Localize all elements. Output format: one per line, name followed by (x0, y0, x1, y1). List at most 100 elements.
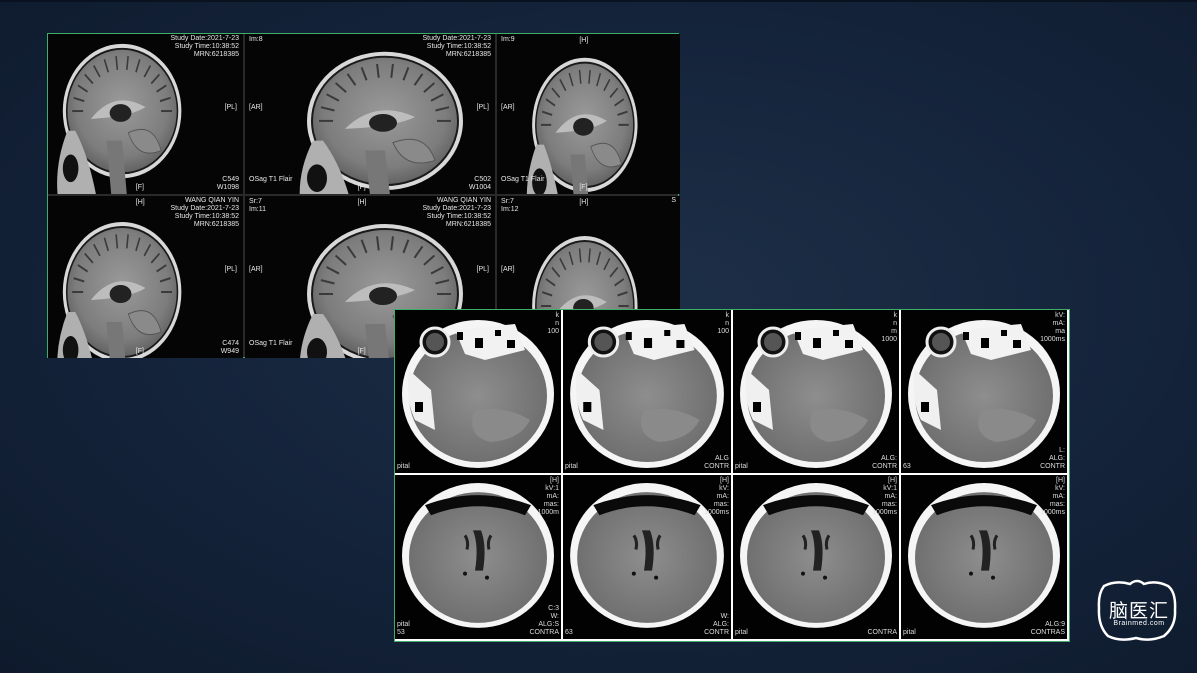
ct-overlay-bottom-right: ALG: (881, 455, 897, 462)
ct-slice-8[interactable]: [H] kV: mA: mas: 1000ms pital ALG:9 CONTRAS (901, 475, 1067, 639)
ct-overlay-right: 100 (717, 328, 729, 335)
mri-overlay-top-right: Study Date:2021-7-23 (422, 35, 492, 42)
ct-overlay-bottom-left: pital (903, 629, 916, 636)
mri-overlay-top-right: Study Date:2021-7-23 (422, 205, 492, 212)
mri-window-level: W1098 (216, 184, 239, 191)
ct-overlay-bottom-right: W: (720, 613, 729, 620)
ct-brain-image (908, 320, 1060, 468)
mri-orientation-left: [AR] (501, 266, 515, 273)
mri-orientation-right: [PL] (476, 104, 489, 111)
mri-overlay-top-right: MRN:6218385 (445, 51, 491, 58)
mri-orientation-top: [H] (579, 199, 589, 206)
ct-brain-image (402, 483, 554, 628)
mri-slice-1[interactable]: Study Date:2021-7-23 Study Time:10:38:52 M… (48, 34, 243, 194)
mri-orientation-bottom: [F] (135, 348, 144, 355)
ct-overlay-right: [H] (888, 477, 897, 484)
mri-window-level: C502 (474, 176, 491, 183)
mri-orientation-right: [PL] (224, 104, 237, 111)
ct-overlay-right: 1000 (881, 336, 897, 343)
mri-overlay-top-right: Study Time:10:38:52 (174, 43, 239, 50)
ct-overlay-bottom-left: 53 (397, 629, 405, 636)
ct-overlay-right: mA: (716, 493, 729, 500)
mri-orientation-left: [AR] (501, 104, 515, 111)
mri-slice-4[interactable]: WANG QIAN YIN Study Date:2021-7-23 Study T… (48, 196, 243, 358)
mri-overlay-top-right: MRN:6218385 (193, 221, 239, 228)
ct-brain-image (740, 483, 892, 628)
ct-overlay-bottom-left: pital (565, 463, 578, 470)
ct-brain-image (570, 483, 724, 628)
ct-overlay-bottom-right: ALG:S (538, 621, 559, 628)
ct-overlay-bottom-right: CONTR (704, 629, 729, 636)
ct-overlay-right: [H] (550, 477, 559, 484)
ct-slice-3[interactable]: k n m 1000 pital ALG: CONTR (733, 310, 899, 473)
ct-overlay-right: mA: (1052, 320, 1065, 327)
ct-slice-4[interactable]: kV: mA: ma 1000ms 63 L: ALG: CONTR (901, 310, 1067, 473)
ct-overlay-right: mA: (884, 493, 897, 500)
ct-overlay-bottom-right: C:3 (548, 605, 559, 612)
mri-overlay-top-right: Study Date:2021-7-23 (170, 205, 240, 212)
mri-overlay-top-left: Im:12 (501, 206, 519, 213)
ct-overlay-right: mA: (1052, 493, 1065, 500)
ct-overlay-right: [H] (720, 477, 729, 484)
ct-overlay-right: kV: (719, 485, 729, 492)
ct-brain-image (908, 483, 1060, 628)
ct-overlay-right: [H] (1056, 477, 1065, 484)
ct-brain-image (570, 320, 724, 468)
mri-brain-image (526, 57, 638, 194)
ct-slice-2[interactable]: k n 100 pital ALG CONTR (563, 310, 731, 473)
ct-slice-7[interactable]: [H] kV:1 mA: mas: 1000ms pital CONTRA (733, 475, 899, 639)
ct-overlay-bottom-left: pital (397, 621, 410, 628)
ct-overlay-right: mA: (546, 493, 559, 500)
ct-overlay-right: m (891, 328, 897, 335)
ct-overlay-bottom-left: pital (397, 463, 410, 470)
ct-overlay-right: mas: (881, 501, 897, 508)
ct-overlay-right: 1000ms (1040, 336, 1065, 343)
mri-overlay-top-right: S (671, 197, 676, 204)
ct-overlay-right: kV: (1055, 312, 1065, 319)
top-edge (0, 0, 1197, 2)
mri-orientation-bottom: [F] (357, 348, 366, 355)
ct-overlay-right: n (725, 320, 729, 327)
ct-overlay-bottom-right: CONTRAS (1030, 629, 1065, 636)
ct-overlay-bottom-right: ALG:9 (1045, 621, 1065, 628)
mri-window-level: C474 (222, 340, 239, 347)
ct-overlay-right: kV: (1055, 485, 1065, 492)
ct-overlay-right: k (725, 312, 730, 319)
mri-slice-2[interactable]: Im:8 Study Date:2021-7-23 Study Time:10:38… (245, 34, 495, 194)
ct-overlay-bottom-right: ALG: (1049, 455, 1065, 462)
mri-orientation-bottom: [F] (357, 184, 366, 191)
mri-slice-3[interactable]: Im:9 [AR] [H] [F] OSag T1 Flair (497, 34, 680, 194)
mri-overlay-top-right: Study Time:10:38:52 (426, 43, 491, 50)
ct-axial-panel: k n 100 pital k n 100 pital ALG CONTR k … (394, 309, 1070, 642)
mri-overlay-top-right: Study Time:10:38:52 (174, 213, 239, 220)
logo-title: 脑医汇 (1108, 600, 1169, 622)
ct-overlay-bottom-right: ALG: (713, 621, 729, 628)
ct-overlay-right: mas: (543, 501, 559, 508)
mri-overlay-top-right: MRN:6218385 (193, 51, 239, 58)
ct-overlay-right: kV:1 (545, 485, 559, 492)
mri-orientation-left: [AR] (249, 104, 263, 111)
ct-overlay-bottom-right: L: (1059, 447, 1065, 454)
mri-overlay-top-right: WANG QIAN YIN (184, 197, 239, 204)
ct-overlay-right: 1000ms (872, 509, 897, 516)
mri-overlay-top-left: Im:8 (249, 36, 263, 43)
ct-slice-6[interactable]: [H] kV: mA: mas: 1000ms 63 W: ALG: CONTR (563, 475, 731, 639)
mri-overlay-top-right: WANG QIAN YIN (436, 197, 491, 204)
mri-orientation-top: [H] (357, 199, 367, 206)
ct-overlay-bottom-right: CONTRA (529, 629, 559, 636)
ct-overlay-right: k (893, 312, 898, 319)
ct-overlay-right: 1000ms (1040, 509, 1065, 516)
mri-orientation-right: [PL] (224, 266, 237, 273)
mri-series-description: OSag T1 Flair (501, 176, 545, 183)
brainmed-logo: 脑医汇 Brainmed.com (1092, 578, 1182, 644)
ct-overlay-bottom-right: CONTRA (867, 629, 897, 636)
ct-overlay-right: 1000m (537, 509, 559, 516)
mri-overlay-top-left: Sr:7 (501, 198, 514, 205)
mri-overlay-top-right: Study Date:2021-7-23 (170, 35, 240, 42)
ct-overlay-right: 1000ms (704, 509, 729, 516)
mri-overlay-top-right: Study Time:10:38:52 (426, 213, 491, 220)
ct-slice-1[interactable]: k n 100 pital (395, 310, 561, 473)
ct-overlay-bottom-left: pital (735, 629, 748, 636)
ct-overlay-bottom-right: CONTR (872, 463, 897, 470)
ct-slice-5[interactable]: [H] kV:1 mA: mas: 1000m pital 53 C:3 W: ALG:S CONT… (395, 475, 561, 639)
